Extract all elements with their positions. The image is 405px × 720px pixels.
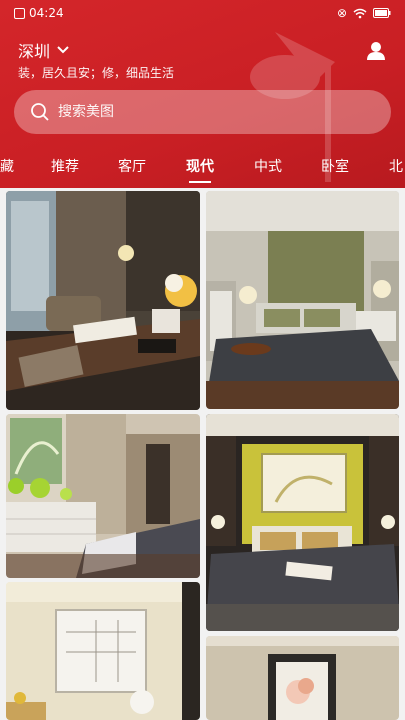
status-bar: 04:24 ⊗ [0, 0, 405, 26]
tab-nordic[interactable]: 北 [389, 156, 403, 176]
search-input[interactable] [58, 104, 358, 120]
status-icons: ⊗ [337, 6, 391, 20]
image-card-flower-art[interactable] [206, 636, 399, 720]
battery-icon [373, 8, 391, 18]
slogan: 装，居久且安；修，细品生活 [18, 66, 175, 80]
image-card-bedroom-yellow[interactable] [206, 414, 399, 631]
search-bar[interactable] [14, 90, 391, 134]
tab-modern[interactable]: 现代 [186, 156, 214, 183]
header: 04:24 ⊗ 深圳 装，居久且安；修，细品生活 搜索美图 藏 推荐 客厅 现代… [0, 0, 405, 188]
tab-living-room[interactable]: 客厅 [118, 156, 146, 176]
category-tabs: 藏 推荐 客厅 现代 中式 卧室 北 [0, 150, 405, 183]
tab-recommended[interactable]: 推荐 [51, 156, 79, 176]
city-selector[interactable]: 深圳 [18, 38, 70, 62]
user-icon[interactable] [365, 40, 387, 62]
wifi-icon [353, 8, 367, 18]
notification-icon [14, 7, 25, 19]
image-card-bedroom-green[interactable] [206, 191, 399, 409]
search-icon [31, 103, 49, 121]
tab-bedroom[interactable]: 卧室 [321, 156, 349, 176]
image-grid [0, 188, 405, 720]
status-time: 04:24 [14, 6, 64, 20]
city-label: 深圳 [18, 42, 51, 61]
image-card-study-room[interactable] [6, 191, 200, 410]
image-card-floor-plan[interactable] [6, 582, 200, 720]
tab-chinese[interactable]: 中式 [254, 156, 282, 176]
image-card-bedroom-dresser[interactable] [6, 414, 200, 578]
tab-collection[interactable]: 藏 [0, 156, 14, 176]
alarm-icon: ⊗ [336, 6, 347, 20]
chevron-down-icon [57, 46, 69, 54]
